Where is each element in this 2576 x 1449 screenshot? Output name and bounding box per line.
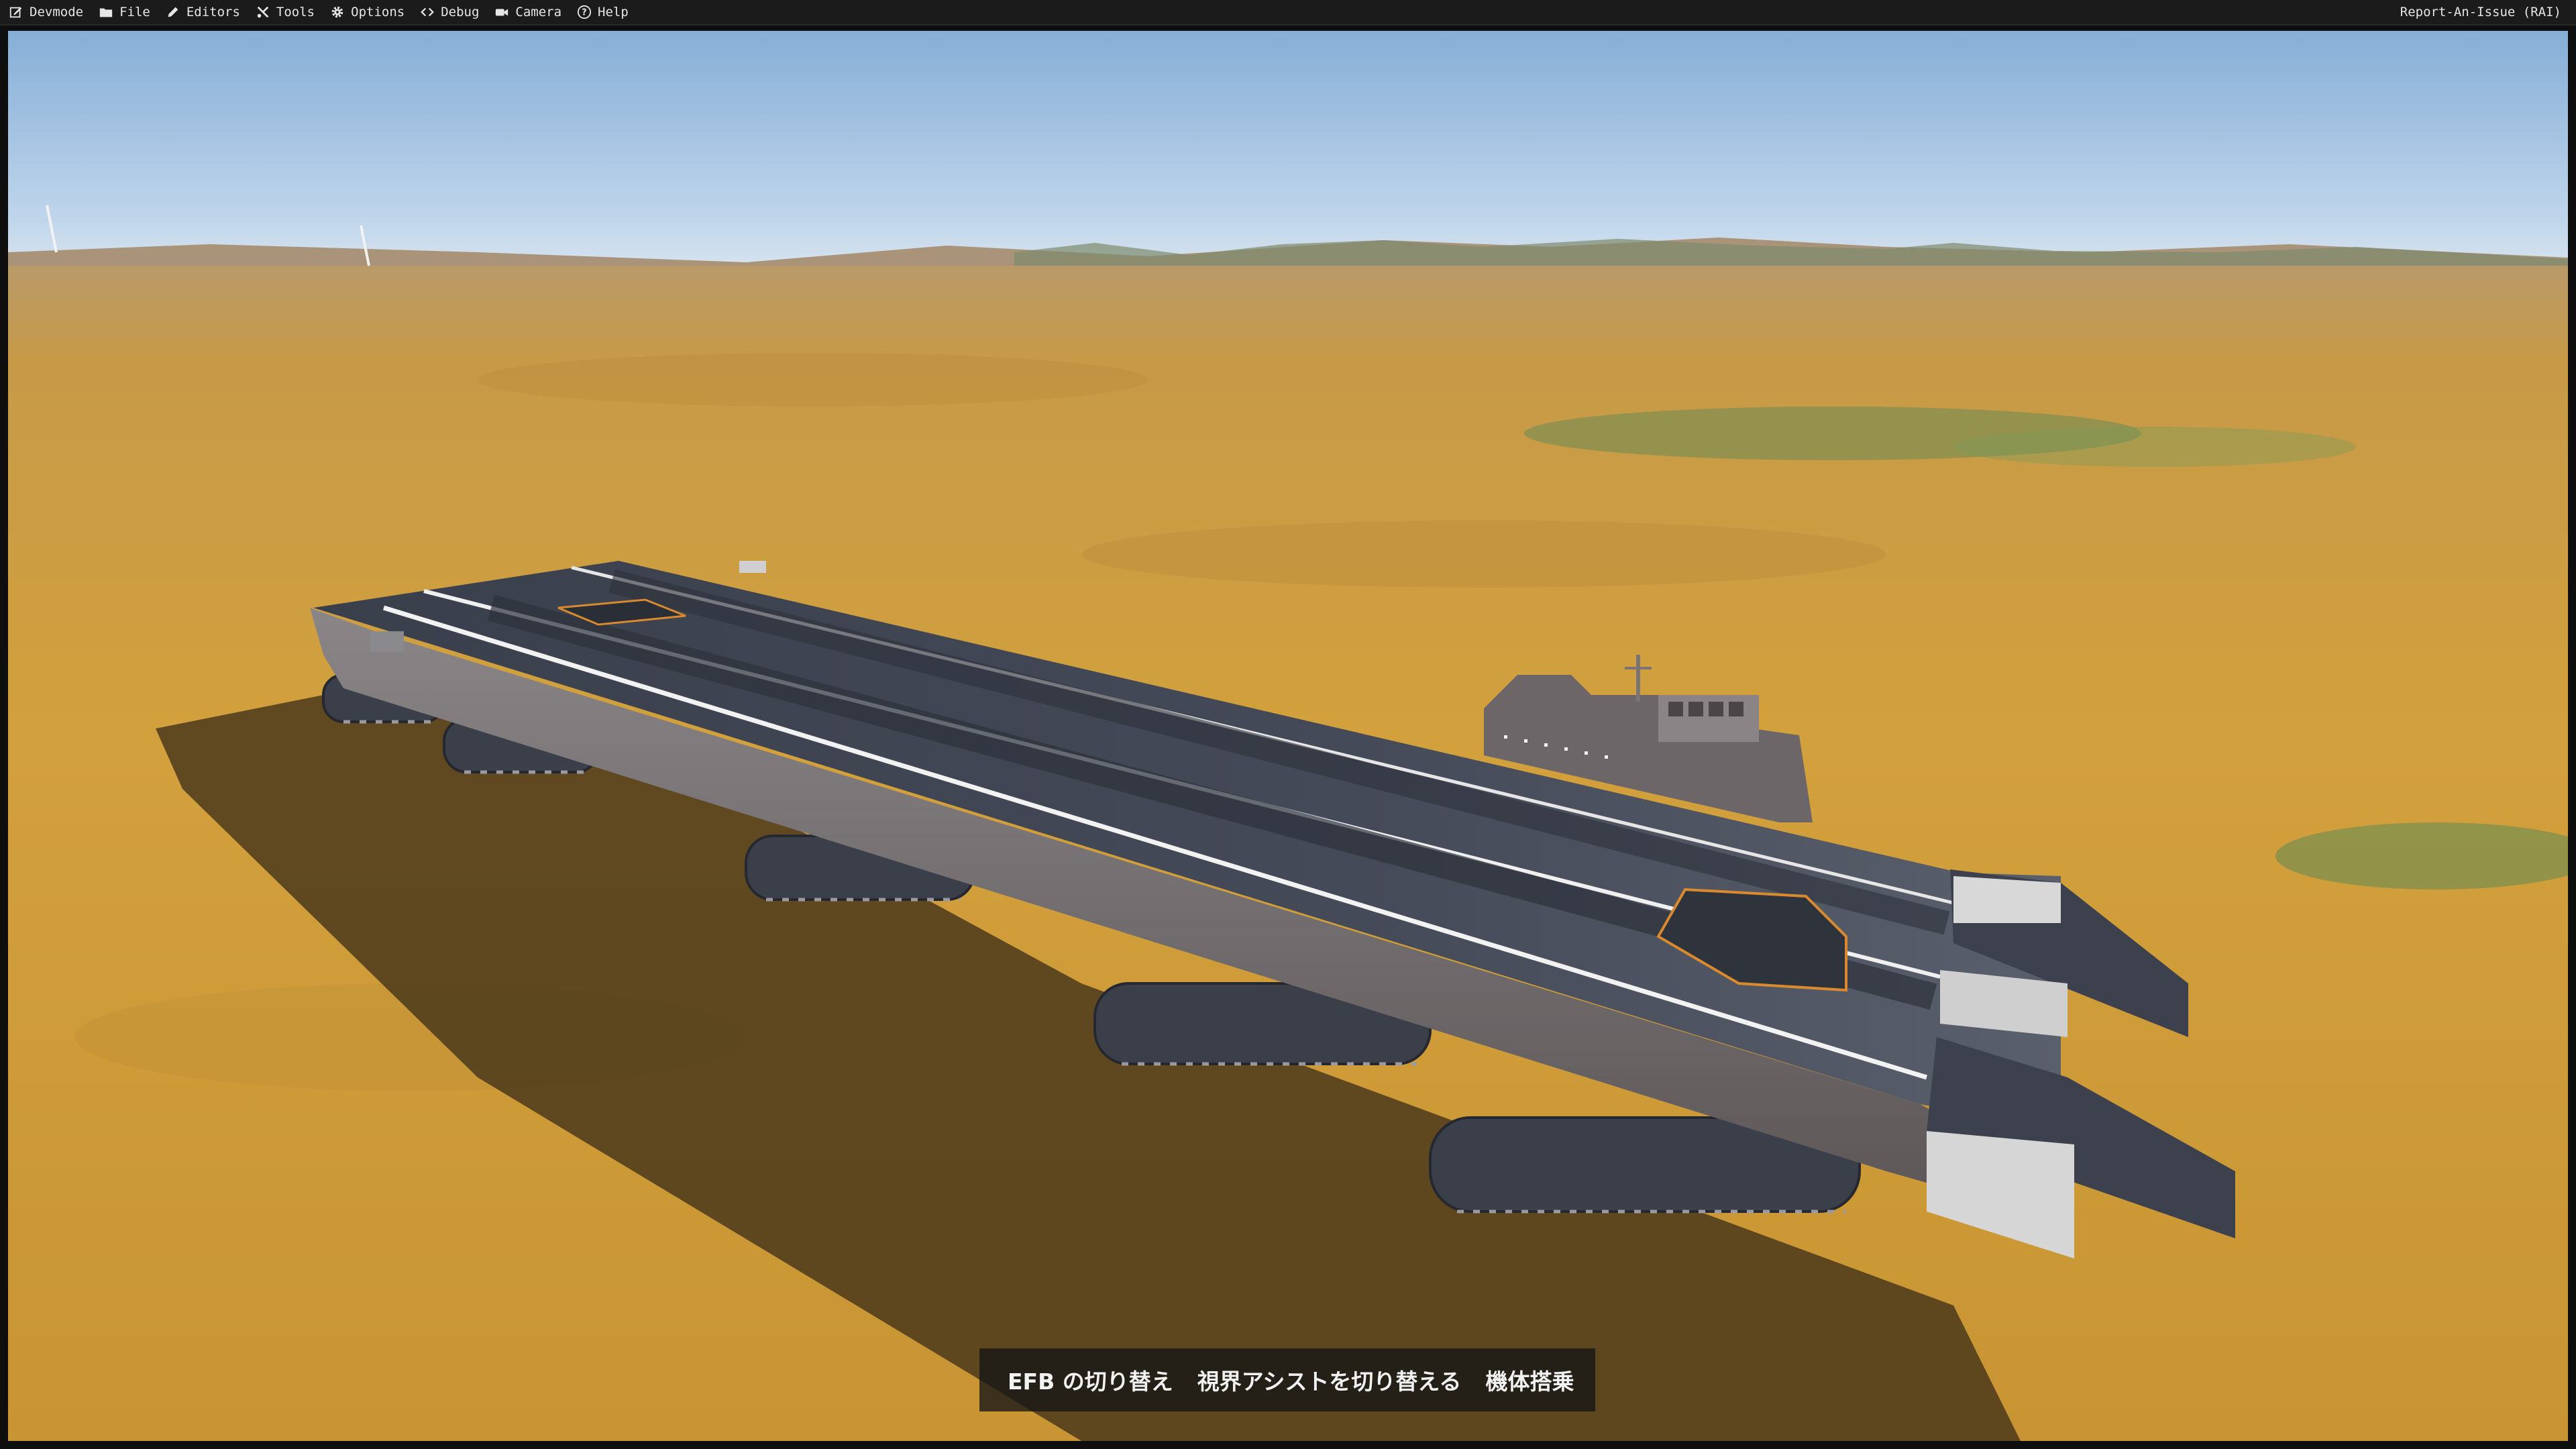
menu-editors[interactable]: Editors xyxy=(158,0,248,24)
menu-options[interactable]: Options xyxy=(323,0,413,24)
menu-camera[interactable]: Camera xyxy=(487,0,570,24)
pencil-icon xyxy=(165,4,181,20)
menu-options-label: Options xyxy=(351,5,405,19)
gear-icon xyxy=(329,4,345,20)
hint-toggle-visual-assist[interactable]: 視界アシストを切り替える xyxy=(1185,1364,1474,1396)
menu-file[interactable]: File xyxy=(91,0,158,24)
menu-help[interactable]: ? Help xyxy=(570,0,637,24)
menu-help-label: Help xyxy=(598,5,629,19)
menu-tools[interactable]: Tools xyxy=(248,0,323,24)
report-an-issue-button[interactable]: Report-An-Issue (RAI) xyxy=(2400,5,2576,19)
menu-editors-label: Editors xyxy=(186,5,240,19)
menu-devmode[interactable]: Devmode xyxy=(0,0,91,24)
devmode-menubar: Devmode File Editors Tools Options Debug… xyxy=(0,0,2576,25)
menu-devmode-label: Devmode xyxy=(30,5,84,19)
menu-tools-label: Tools xyxy=(276,5,315,19)
menu-file-label: File xyxy=(119,5,150,19)
help-icon: ? xyxy=(576,4,592,20)
menu-camera-label: Camera xyxy=(515,5,562,19)
code-icon xyxy=(419,4,435,20)
hint-toggle-efb[interactable]: EFB の切り替え xyxy=(996,1364,1185,1396)
folder-icon xyxy=(98,4,114,20)
scene-render xyxy=(8,31,2568,1441)
hint-board-aircraft[interactable]: 機体搭乗 xyxy=(1473,1364,1586,1396)
simulator-window: Devmode File Editors Tools Options Debug… xyxy=(0,0,2576,1449)
camera-icon xyxy=(494,4,510,20)
svg-text:?: ? xyxy=(582,8,586,18)
tools-icon xyxy=(255,4,271,20)
menu-debug[interactable]: Debug xyxy=(413,0,487,24)
menu-debug-label: Debug xyxy=(441,5,480,19)
control-hints-bar: EFB の切り替え 視界アシストを切り替える 機体搭乗 xyxy=(979,1348,1595,1411)
devmode-icon xyxy=(8,4,24,20)
scene-viewport[interactable] xyxy=(8,31,2568,1441)
